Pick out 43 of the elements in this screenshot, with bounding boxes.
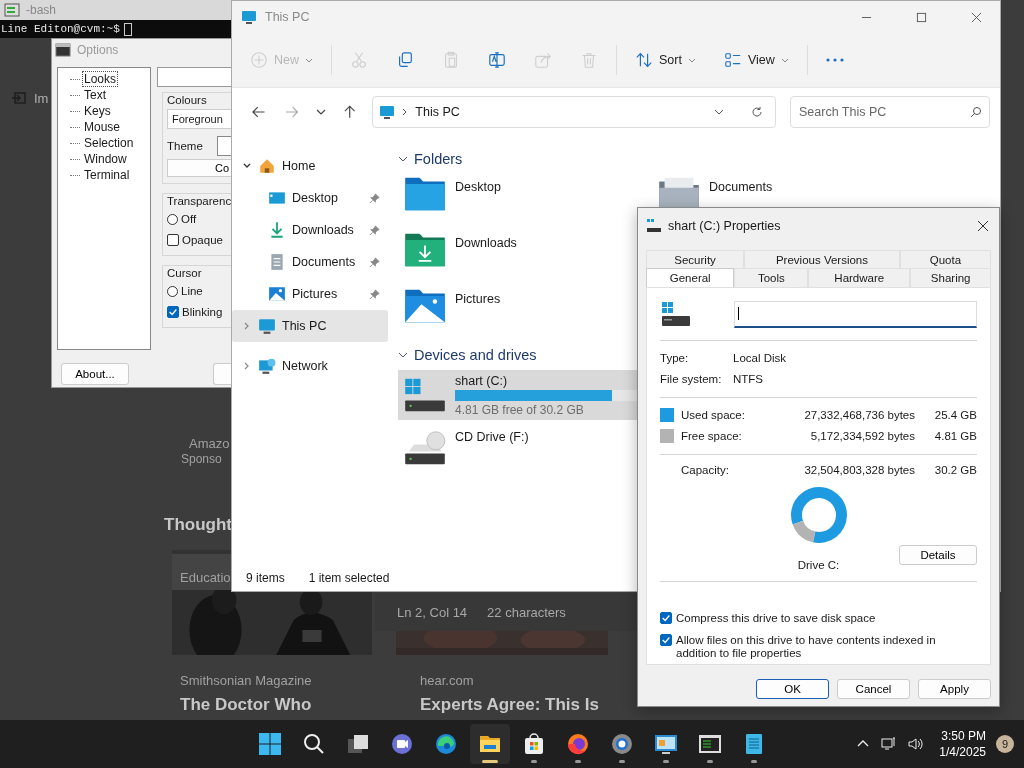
option-label: Opaque bbox=[182, 234, 223, 246]
window-title: Options bbox=[77, 43, 119, 57]
article-source: Smithsonian Magazine bbox=[180, 673, 312, 688]
drive-name: shart (C:) bbox=[455, 373, 509, 388]
group-title: Transparenc bbox=[167, 195, 231, 207]
category-tag: Educatio bbox=[180, 570, 231, 585]
article-title: The Doctor Who bbox=[180, 695, 312, 715]
info-value: Local Disk bbox=[733, 351, 788, 364]
window-title: This PC bbox=[265, 10, 310, 24]
item-count: 9 items bbox=[246, 571, 285, 585]
space-label: Free space: bbox=[681, 429, 743, 442]
checkbox-label: Compress this drive to save disk space bbox=[676, 612, 876, 625]
checkbox-label: Allow files on this drive to have contents indexed in addition to file properties bbox=[676, 634, 937, 660]
option-label: Blinking bbox=[182, 306, 223, 318]
option-label: Off bbox=[181, 213, 197, 225]
theme-label: Theme bbox=[167, 140, 203, 152]
section-heading: Thought bbox=[164, 515, 232, 535]
byte-count: 32,504,803,328 bytes bbox=[803, 464, 915, 476]
size-value: 4.81 GB bbox=[933, 429, 977, 442]
article-title: Experts Agree: This Is bbox=[420, 695, 599, 715]
drive-label: Drive C: bbox=[797, 559, 840, 573]
byte-count: 5,172,334,592 bytes bbox=[809, 429, 915, 442]
free-space-text: 4.81 GB free of 30.2 GB bbox=[455, 402, 585, 417]
character-count: 22 characters bbox=[487, 604, 566, 620]
ad-label: Sponso bbox=[181, 452, 222, 466]
size-value: 25.4 GB bbox=[933, 408, 977, 421]
selection-count: 1 item selected bbox=[308, 571, 390, 585]
group-title: Cursor bbox=[167, 267, 203, 279]
ad-name: Amazo bbox=[189, 436, 230, 451]
import-label: Im bbox=[34, 90, 49, 106]
info-label: Type: bbox=[660, 351, 690, 364]
byte-count: 27,332,468,736 bytes bbox=[803, 408, 915, 421]
option-label: Line bbox=[181, 285, 203, 297]
size-value: 30.2 GB bbox=[933, 464, 977, 476]
group-title: Colours bbox=[167, 94, 208, 106]
dialog-title: shart (C:) Properties bbox=[668, 219, 781, 233]
terminal-prompt: Line Editon@cvm:~$ bbox=[0, 23, 120, 35]
capacity-label: Capacity: bbox=[681, 464, 730, 476]
article-source: hear.com bbox=[420, 673, 474, 688]
info-value: NTFS bbox=[733, 372, 765, 385]
cursor-position: Ln 2, Col 14 bbox=[397, 604, 468, 620]
terminal-title: -bash bbox=[26, 3, 57, 17]
drive-name: CD Drive (F:) bbox=[455, 430, 529, 444]
